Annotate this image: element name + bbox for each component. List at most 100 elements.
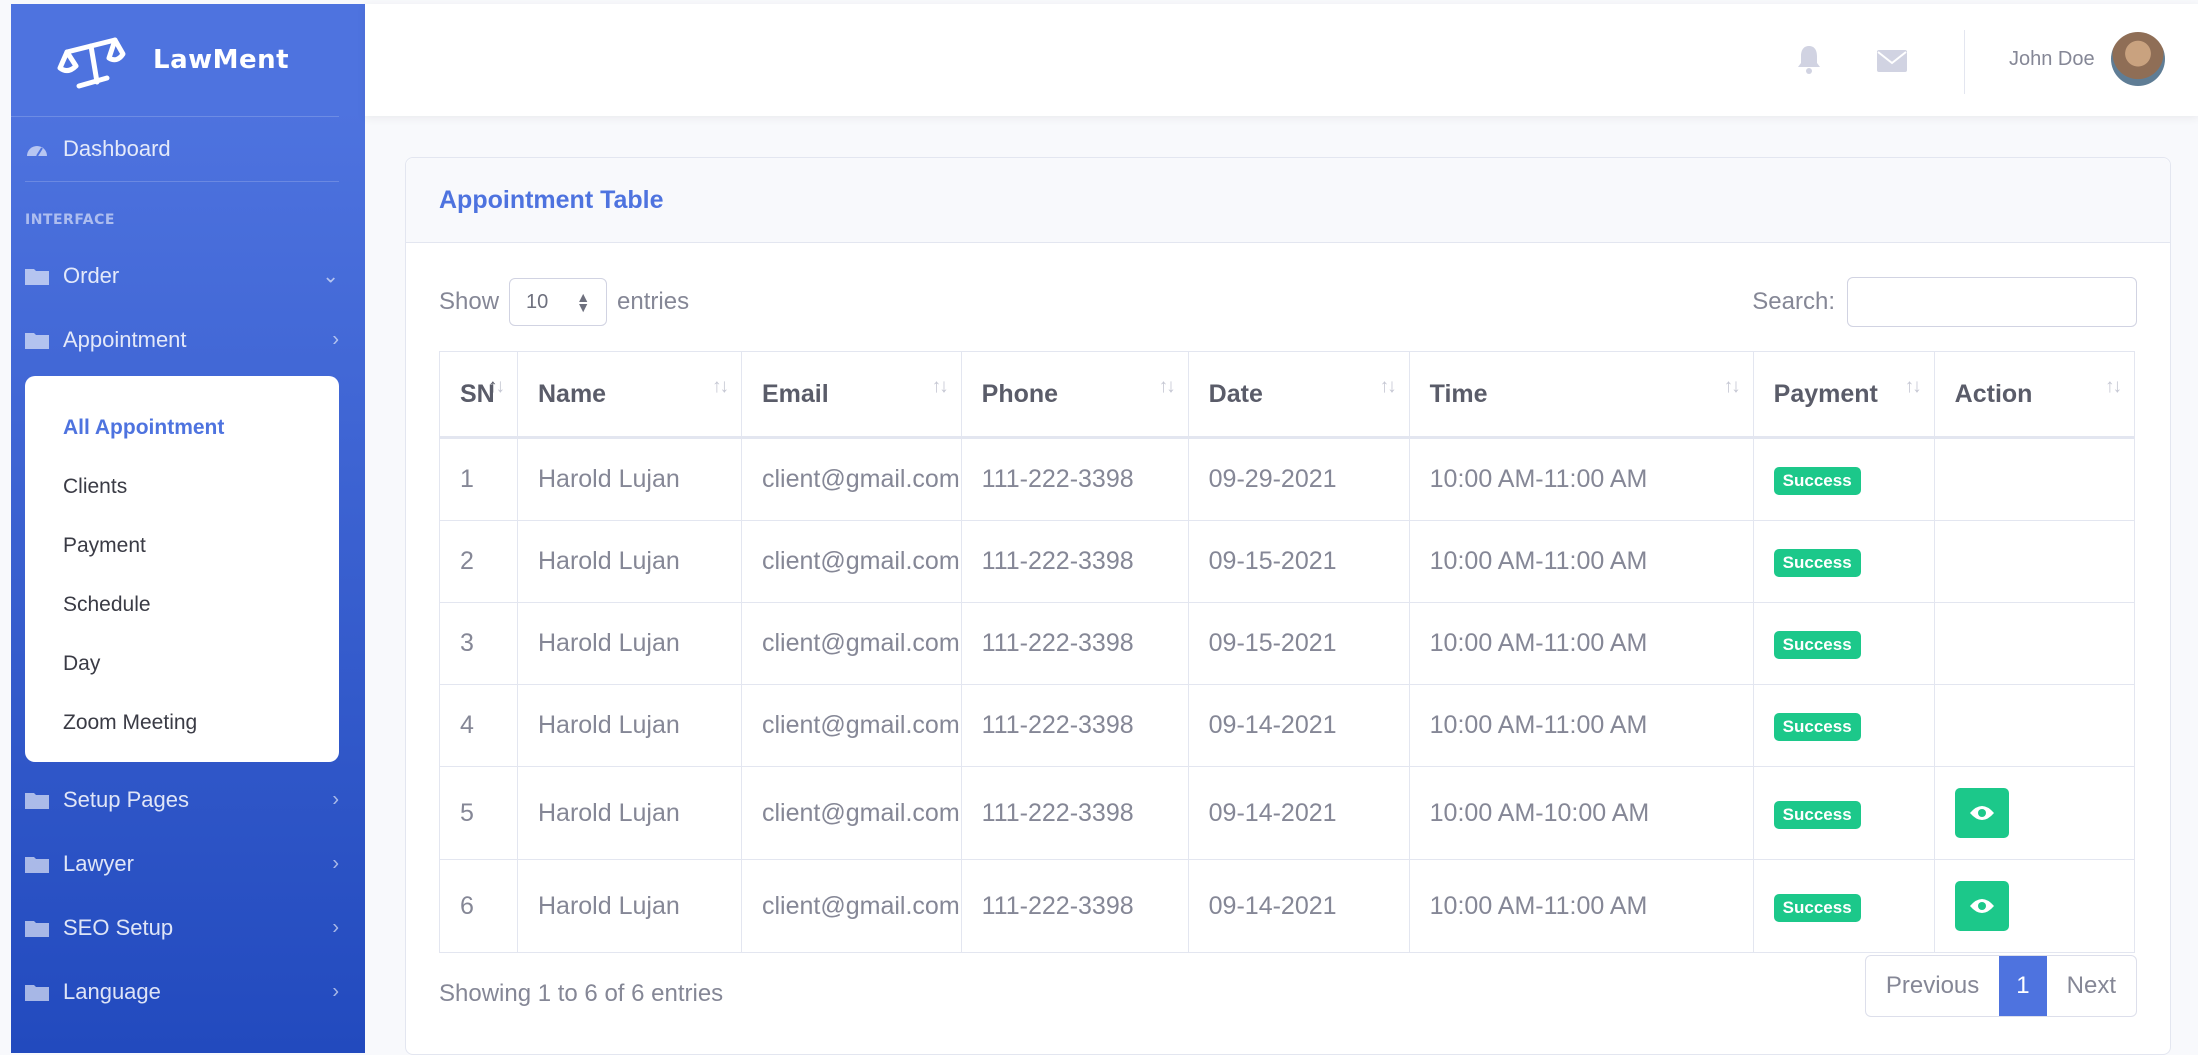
cell-email: client@gmail.com: [741, 766, 962, 860]
col-name[interactable]: Name ↑↓: [517, 351, 742, 439]
cell-phone: 111-222-3398: [960, 437, 1189, 521]
folder-icon: [25, 333, 49, 349]
sidebar-item-label: Appointment: [63, 327, 187, 352]
col-date[interactable]: Date ↑↓: [1187, 351, 1410, 439]
cell-payment: Success: [1752, 859, 1935, 953]
cell-phone: 111-222-3398: [960, 520, 1189, 603]
sidebar-item-lawyer[interactable]: Lawyer ›: [11, 832, 365, 896]
chevron-right-icon: ›: [332, 980, 339, 1003]
cell-email: client@gmail.com: [741, 684, 962, 767]
bell-icon[interactable]: [1795, 44, 1823, 74]
cell-payment: Success: [1752, 766, 1935, 860]
avatar[interactable]: [2111, 32, 2165, 86]
sidebar-item-label: Order: [63, 263, 120, 288]
submenu-item-clients[interactable]: Clients: [25, 457, 339, 516]
sidebar-item-order[interactable]: Order ⌄: [11, 244, 365, 308]
col-time[interactable]: Time ↑↓: [1408, 351, 1754, 439]
cell-time: 10:00 AM-11:00 AM: [1408, 437, 1754, 521]
col-payment[interactable]: Payment ↑↓: [1752, 351, 1935, 439]
cell-phone: 111-222-3398: [960, 766, 1189, 860]
submenu-item-all-appointment[interactable]: All Appointment: [25, 398, 339, 457]
cell-sn: 3: [439, 602, 518, 685]
status-badge: Success: [1773, 631, 1861, 659]
header-label: Time: [1429, 379, 1488, 408]
chevron-right-icon: ›: [332, 916, 339, 939]
cell-email: client@gmail.com: [741, 602, 962, 685]
status-badge: Success: [1773, 893, 1861, 922]
brand[interactable]: LawMent: [11, 4, 339, 117]
cell-action: [1933, 437, 2136, 521]
header-label: Name: [538, 379, 607, 408]
sort-icon: ↑↓: [1158, 376, 1176, 397]
cell-sn: 6: [439, 859, 518, 953]
cell-date: 09-14-2021: [1187, 684, 1410, 767]
entries-select[interactable]: 10 ▲ ▼: [509, 278, 608, 326]
appointment-submenu: All Appointment Clients Payment Schedule…: [25, 376, 339, 762]
sidebar-item-dashboard[interactable]: Dashboard: [11, 117, 365, 181]
sidebar-item-appointment[interactable]: Appointment ›: [11, 308, 365, 372]
cell-name: Harold Lujan: [517, 684, 742, 767]
cell-time: 10:00 AM-11:00 AM: [1408, 684, 1754, 767]
sort-icon: ↑↓: [931, 376, 949, 397]
cell-name: Harold Lujan: [517, 859, 742, 953]
cell-date: 09-14-2021: [1187, 859, 1410, 953]
status-badge: Success: [1773, 467, 1861, 495]
view-button[interactable]: [1954, 788, 2009, 838]
table-row: 1 Harold Lujan client@gmail.com 111-222-…: [439, 437, 2136, 521]
cell-time: 10:00 AM-11:00 AM: [1408, 602, 1754, 685]
submenu-item-zoom-meeting[interactable]: Zoom Meeting: [25, 693, 339, 752]
user-name[interactable]: John Doe: [2009, 48, 2095, 71]
pagination-page-1[interactable]: 1: [1999, 956, 2047, 1016]
sort-icon: ↑↓: [488, 376, 505, 397]
status-badge: Success: [1773, 549, 1861, 577]
pagination-previous[interactable]: Previous: [1866, 956, 1999, 1016]
sort-icon: ↑↓: [2105, 376, 2122, 397]
sidebar-item-setup-pages[interactable]: Setup Pages ›: [11, 768, 365, 832]
search-label: Search:: [1752, 288, 1835, 315]
table-controls: Show 10 ▲ ▼ entries Search:: [439, 276, 2137, 328]
envelope-icon[interactable]: [1877, 50, 1907, 72]
sidebar-heading: INTERFACE: [25, 212, 115, 228]
chevron-down-icon: ⌄: [322, 265, 339, 288]
cell-action: [1933, 602, 2136, 685]
sort-icon: ↑↓: [712, 376, 729, 397]
sidebar-item-label: Lawyer: [63, 851, 134, 876]
submenu-item-day[interactable]: Day: [25, 634, 339, 693]
header-label: Payment: [1773, 379, 1878, 408]
col-email[interactable]: Email ↑↓: [741, 351, 962, 439]
col-phone[interactable]: Phone ↑↓: [960, 351, 1189, 439]
table-row: 5 Harold Lujan client@gmail.com 111-222-…: [439, 766, 2136, 860]
submenu-item-schedule[interactable]: Schedule: [25, 575, 339, 634]
sidebar-item-seo-setup[interactable]: SEO Setup ›: [11, 896, 365, 960]
pagination: Previous 1 Next: [1864, 955, 2137, 1017]
table-header-row: SN ↑↓ Name ↑↓ Email ↑↓ Phone ↑↓ Date ↑↓ Time ↑…: [439, 351, 2136, 439]
folder-icon: [25, 793, 49, 809]
view-button[interactable]: [1954, 881, 2009, 931]
cell-email: client@gmail.com: [741, 437, 962, 521]
col-action[interactable]: Action ↑↓: [1933, 351, 2136, 439]
cell-payment: Success: [1752, 520, 1935, 603]
cell-phone: 111-222-3398: [960, 859, 1189, 953]
submenu-item-payment[interactable]: Payment: [25, 516, 339, 575]
col-sn[interactable]: SN ↑↓: [439, 351, 518, 439]
sidebar-item-label: Dashboard: [63, 136, 171, 161]
header-label: Action: [1954, 379, 2033, 408]
sidebar-item-label: Language: [63, 979, 161, 1004]
cell-name: Harold Lujan: [517, 766, 742, 860]
cell-action: [1933, 684, 2136, 767]
tachometer-icon: [27, 146, 47, 157]
sidebar: LawMent Dashboard INTERFACE Order ⌄ Appo…: [11, 4, 365, 1053]
cell-time: 10:00 AM-11:00 AM: [1408, 859, 1754, 953]
cell-sn: 4: [439, 684, 518, 767]
sidebar-item-label: Setup Pages: [63, 787, 189, 812]
table-row: 2 Harold Lujan client@gmail.com 111-222-…: [439, 520, 2136, 603]
sidebar-item-language[interactable]: Language ›: [11, 960, 365, 1024]
header-label: Phone: [981, 379, 1059, 408]
sort-arrows-icon: ▲ ▼: [576, 289, 591, 315]
entries-length: Show 10 ▲ ▼ entries: [439, 276, 689, 328]
search-input[interactable]: [1847, 277, 2137, 327]
cell-time: 10:00 AM-10:00 AM: [1408, 766, 1754, 860]
sort-icon: ↑↓: [1723, 376, 1741, 397]
sidebar-item-label: SEO Setup: [63, 915, 174, 940]
pagination-next[interactable]: Next: [2047, 956, 2136, 1016]
